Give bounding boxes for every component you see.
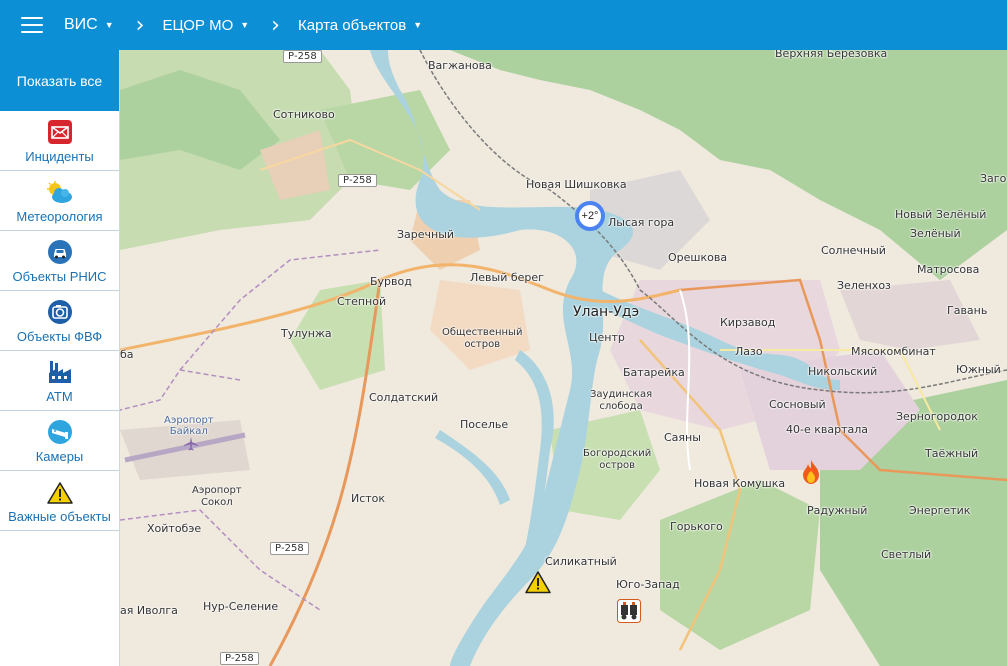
map-viewport[interactable]: Р-258 Р-258 Р-258 Р-258 Вагжанова Верхня… [120,50,1007,666]
breadcrumb-label: ВИС [64,16,98,33]
map-place-label: Богородский остров [583,448,652,471]
meteo-temperature-marker[interactable]: +2° [575,201,605,231]
road-shield: Р-258 [283,50,322,63]
car-icon [47,240,72,264]
top-navigation-bar: ВИС ▼ › ЕЦОР МО ▼ › Карта объектов ▼ [0,0,1007,50]
breadcrumb-objects-map[interactable]: Карта объектов ▼ [298,17,422,34]
weather-cloud-icon [46,181,72,203]
map-place-label: Солдатский [369,391,439,404]
map-place-label: Заудинская слобода [590,389,653,412]
map-place-label: Сотниково [273,108,335,121]
map-place-label: Лазо [735,345,763,358]
road-shield: Р-258 [270,542,309,555]
map-place-label: Вагжанова [428,59,492,72]
map-place-label: Кирзавод [720,316,776,329]
map-place-label: Сосновый [769,398,826,411]
sidebar-item-important-objects[interactable]: Важные объекты [0,471,119,531]
map-place-label: Центр [589,331,625,344]
map-place-label: Хойтобэе [147,522,202,535]
map-place-label: Гавань [947,304,988,317]
map-place-label: Орешкова [668,251,728,264]
breadcrumb-label: ЕЦОР МО [162,16,234,34]
chevron-right-icon: › [135,12,145,38]
caret-down-icon: ▼ [240,20,250,30]
sidebar-item-label: Важные объекты [8,509,111,524]
breadcrumb-label: Карта объектов [297,16,407,34]
sidebar-item-label: Метеорология [16,209,103,224]
map-place-label: Зерногородок [896,410,978,423]
factory-icon [48,361,71,383]
road-shield: Р-258 [220,652,259,665]
caret-down-icon: ▼ [104,20,114,30]
map-place-label: Юго-Запад [616,578,680,591]
map-place-label: 40-е квартала [786,423,869,436]
map-place-label: Тулунжа [281,327,332,340]
map-place-label: ба [120,348,134,361]
map-place-label: Нур-Селение [203,600,279,613]
map-place-label: Солнечный [821,244,886,257]
map-place-label: Новый Зелёный [895,208,987,221]
map-place-label: Лысая гора [608,216,675,229]
breadcrumb-vis[interactable]: ВИС ▼ [64,16,114,34]
map-place-label: Заго [980,172,1007,185]
map-place-label: Матросова [917,263,980,276]
map-tiles [120,50,1007,666]
map-place-label: Саяны [664,431,701,444]
map-place-label: Горького [670,520,723,533]
chevron-right-icon: › [271,12,280,38]
sidebar-item-incidents[interactable]: Инциденты [0,111,119,171]
sidebar-item-label: Объекты ФВФ [16,329,103,344]
map-place-label: Аэропорт Сокол [192,485,242,508]
camera-lens-icon [47,300,72,324]
road-shield: Р-258 [338,174,377,187]
map-place-label: Радужный [807,504,868,517]
sidebar-item-meteorology[interactable]: Метеорология [0,171,119,231]
map-place-label: Верхняя Березовка [775,50,888,60]
map-city-label: Улан-Удэ [573,304,640,320]
envelope-icon [47,120,72,144]
map-place-label: Бурвод [370,275,412,288]
map-place-label: Мясокомбинат [851,345,936,358]
map-place-label: ая Иволга [120,604,178,617]
map-place-label: Зеленхоз [837,279,891,292]
sidebar-item-cameras[interactable]: Камеры [0,411,119,471]
airplane-icon [184,437,198,456]
map-place-label: Батарейка [623,366,685,379]
map-place-label: Новая Шишковка [526,178,627,191]
warning-icon [46,482,73,504]
show-all-button[interactable]: Показать все [0,50,119,111]
layer-sidebar: Показать все Инциденты Метеорология Объе… [0,50,120,666]
map-place-label: Аэропорт Байкал [164,415,214,437]
map-place-label: Общественный остров [442,327,523,350]
hamburger-menu-icon[interactable] [21,17,43,33]
fire-icon[interactable] [800,459,822,490]
map-place-label: Силикатный [545,555,617,568]
map-place-label: Левый берег [470,271,544,284]
industrial-object-icon[interactable] [617,599,641,628]
map-place-label: Никольский [808,365,878,378]
breadcrumb-ecor-mo[interactable]: ЕЦОР МО ▼ [162,17,249,34]
cctv-icon [47,420,72,444]
sidebar-item-label: Объекты РНИС [12,269,107,284]
caret-down-icon: ▼ [413,20,423,30]
sidebar-item-rnis-objects[interactable]: Объекты РНИС [0,231,119,291]
sidebar-item-fvf-objects[interactable]: Объекты ФВФ [0,291,119,351]
map-place-label: Южный [956,363,1001,376]
sidebar-item-label: Камеры [35,449,84,464]
map-place-label: Новая Комушка [694,477,786,490]
map-place-label: Исток [351,492,386,505]
map-place-label: Светлый [881,548,932,561]
sidebar-item-label: АТМ [46,389,73,404]
sidebar-item-label: Инциденты [25,149,94,164]
map-place-label: Энергетик [909,504,971,517]
sidebar-item-atm[interactable]: АТМ [0,351,119,411]
map-place-label: Таёжный [925,447,979,460]
map-place-label: Степной [337,295,387,308]
map-place-label: Заречный [397,228,455,241]
map-place-label: Зелёный [910,227,961,240]
warning-icon[interactable] [525,571,551,599]
map-place-label: Поселье [460,418,509,431]
